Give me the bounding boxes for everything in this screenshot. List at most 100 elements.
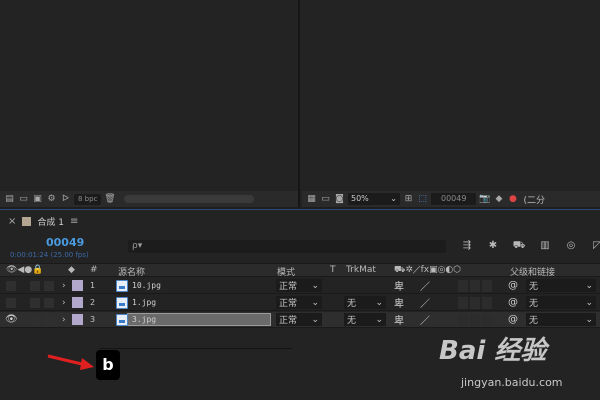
blend-mode-dropdown[interactable]: 正常 ⌄ xyxy=(276,279,322,292)
pick-whip-icon[interactable]: @ xyxy=(508,280,518,291)
horizontal-scrollbar[interactable] xyxy=(124,195,255,203)
track-matte-dropdown[interactable]: 无 ⌄ xyxy=(344,296,386,309)
chevron-down-icon: ⌄ xyxy=(585,314,593,325)
switch-box[interactable] xyxy=(470,313,480,326)
trkmat-header: TrkMat xyxy=(346,265,376,275)
flowchart-icon[interactable]: ᐅ xyxy=(60,194,71,204)
watermark-url: jingyan.baidu.com xyxy=(461,376,563,389)
eye-icon[interactable]: 👁 xyxy=(5,314,18,325)
parent-link-header: 父级和链接 xyxy=(510,268,556,278)
layer-header-row: 👁◀●🔒 ◆ # 源名称 模式 T TrkMat ⛟✲⟋fx▣◎◐⬡ 父级和链接 xyxy=(0,263,600,278)
quality-switch[interactable]: ／ xyxy=(420,278,430,293)
new-folder-icon[interactable]: ▭ xyxy=(18,194,29,204)
switch-box[interactable] xyxy=(482,279,492,292)
layer-source-name[interactable]: 3.jpg xyxy=(132,315,156,324)
expand-arrow-icon[interactable]: › xyxy=(62,298,66,308)
resolution-dropdown[interactable]: (二分 xyxy=(523,193,545,206)
switch-box[interactable] xyxy=(482,313,492,326)
frame-blending-icon[interactable]: ▥ xyxy=(538,240,552,252)
always-preview-icon[interactable]: ▦ xyxy=(306,194,317,204)
table-row[interactable]: › 2 1.jpg 正常 ⌄ 无 ⌄ 卑 ／ @ 无 ⌄ xyxy=(0,295,600,311)
zoom-dropdown[interactable]: 50% ⌄ xyxy=(348,193,400,205)
blend-mode-value: 正常 xyxy=(279,282,298,292)
color-channels-icon[interactable]: ● xyxy=(507,194,518,204)
timeline-switches: ⇶ ✱ ⛟ ▥ ◎ ◸ xyxy=(460,240,600,252)
switch-box[interactable] xyxy=(458,296,468,309)
table-row[interactable]: 👁 › 3 3.jpg 正常 ⌄ 无 ⌄ 卑 ／ @ 无 ⌄ xyxy=(0,312,600,328)
solo-toggle[interactable] xyxy=(30,280,40,291)
menu-icon[interactable]: ≡ xyxy=(70,216,78,227)
parent-dropdown[interactable]: 无 ⌄ xyxy=(526,296,596,309)
lock-toggle[interactable] xyxy=(44,280,54,291)
viewer-toolbar: ▦ ▭ ◙ 50% ⌄ ⊞ ⬚ 00049 📷 ◆ ● (二分 xyxy=(302,191,600,207)
new-composition-icon[interactable]: ▣ xyxy=(32,194,43,204)
composition-viewer-panel: ▦ ▭ ◙ 50% ⌄ ⊞ ⬚ 00049 📷 ◆ ● (二分 xyxy=(302,0,600,207)
visibility-toggle[interactable] xyxy=(6,297,16,308)
interpret-footage-icon[interactable]: ▤ xyxy=(4,194,15,204)
layer-number: 2 xyxy=(90,298,96,307)
chevron-down-icon: ⌄ xyxy=(375,297,383,308)
lock-toggle[interactable] xyxy=(44,297,54,308)
visibility-toggle[interactable] xyxy=(6,280,16,291)
panel-divider[interactable] xyxy=(0,207,600,210)
expand-arrow-icon[interactable]: › xyxy=(62,281,66,291)
solo-toggle[interactable] xyxy=(30,314,40,325)
current-time-display[interactable]: 00049 xyxy=(46,236,84,249)
switch-box[interactable] xyxy=(458,279,468,292)
fit-icon[interactable]: ⊞ xyxy=(403,194,414,204)
blend-mode-dropdown[interactable]: 正常 ⌄ xyxy=(276,313,322,326)
shy-switch[interactable]: 卑 xyxy=(394,278,404,293)
timeline-divider-line xyxy=(100,348,292,349)
layer-color-label[interactable] xyxy=(72,314,83,325)
timeline-tab-title[interactable]: 合成 1 xyxy=(37,215,64,228)
table-row[interactable]: › 1 10.jpg 正常 ⌄ 卑 ／ @ 无 ⌄ xyxy=(0,278,600,294)
source-name-header[interactable]: 源名称 xyxy=(118,265,145,278)
track-matte-dropdown[interactable]: 无 ⌄ xyxy=(344,313,386,326)
image-file-icon xyxy=(116,313,128,326)
red-arrow-icon xyxy=(47,354,94,370)
switch-box[interactable] xyxy=(482,296,492,309)
region-of-interest-icon[interactable]: ⬚ xyxy=(417,194,428,204)
draft-3d-icon[interactable]: ✱ xyxy=(486,240,500,252)
blend-mode-dropdown[interactable]: 正常 ⌄ xyxy=(276,296,322,309)
shy-layers-icon[interactable]: ⛟ xyxy=(512,240,526,252)
switch-box[interactable] xyxy=(458,313,468,326)
pick-whip-icon[interactable]: @ xyxy=(508,314,518,325)
layer-color-label[interactable] xyxy=(72,297,83,308)
monitor-icon[interactable]: ▭ xyxy=(320,194,331,204)
layer-source-name[interactable]: 10.jpg xyxy=(132,281,161,290)
layer-source-name[interactable]: 1.jpg xyxy=(132,298,156,307)
trash-icon[interactable]: 🗑 xyxy=(104,194,115,204)
comp-flowchart-icon[interactable]: ⇶ xyxy=(460,240,474,252)
shy-switch[interactable]: 卑 xyxy=(394,312,404,327)
shy-switch[interactable]: 卑 xyxy=(394,295,404,310)
bpc-button[interactable]: 8 bpc xyxy=(74,193,102,205)
graph-editor-icon[interactable]: ◸ xyxy=(590,240,600,252)
image-file-icon xyxy=(116,279,128,292)
expand-arrow-icon[interactable]: › xyxy=(62,315,66,325)
viewer-timecode[interactable]: 00049 xyxy=(431,193,477,205)
layer-search-input[interactable]: ρ▾ xyxy=(128,240,446,253)
pick-whip-icon[interactable]: @ xyxy=(508,297,518,308)
solo-toggle[interactable] xyxy=(30,297,40,308)
close-icon[interactable]: × xyxy=(8,216,16,227)
parent-dropdown[interactable]: 无 ⌄ xyxy=(526,313,596,326)
show-snapshot-icon[interactable]: ◆ xyxy=(493,194,504,204)
switch-box[interactable] xyxy=(470,296,480,309)
parent-dropdown[interactable]: 无 ⌄ xyxy=(526,279,596,292)
switch-box[interactable] xyxy=(470,279,480,292)
vr-goggles-icon[interactable]: ◙ xyxy=(334,194,345,204)
chevron-down-icon: ⌄ xyxy=(390,194,397,203)
layer-color-label[interactable] xyxy=(72,280,83,291)
motion-blur-icon[interactable]: ◎ xyxy=(564,240,578,252)
blend-mode-value: 正常 xyxy=(279,299,298,309)
camera-snapshot-icon[interactable]: 📷 xyxy=(479,194,490,204)
quality-switch[interactable]: ／ xyxy=(420,312,430,327)
chevron-down-icon: ⌄ xyxy=(311,297,319,308)
adjust-settings-icon[interactable]: ⚙ xyxy=(46,194,57,204)
quality-switch[interactable]: ／ xyxy=(420,295,430,310)
parent-value: 无 xyxy=(529,282,539,292)
lock-toggle[interactable] xyxy=(44,314,54,325)
parent-value: 无 xyxy=(529,316,539,326)
chevron-down-icon: ⌄ xyxy=(311,280,319,291)
